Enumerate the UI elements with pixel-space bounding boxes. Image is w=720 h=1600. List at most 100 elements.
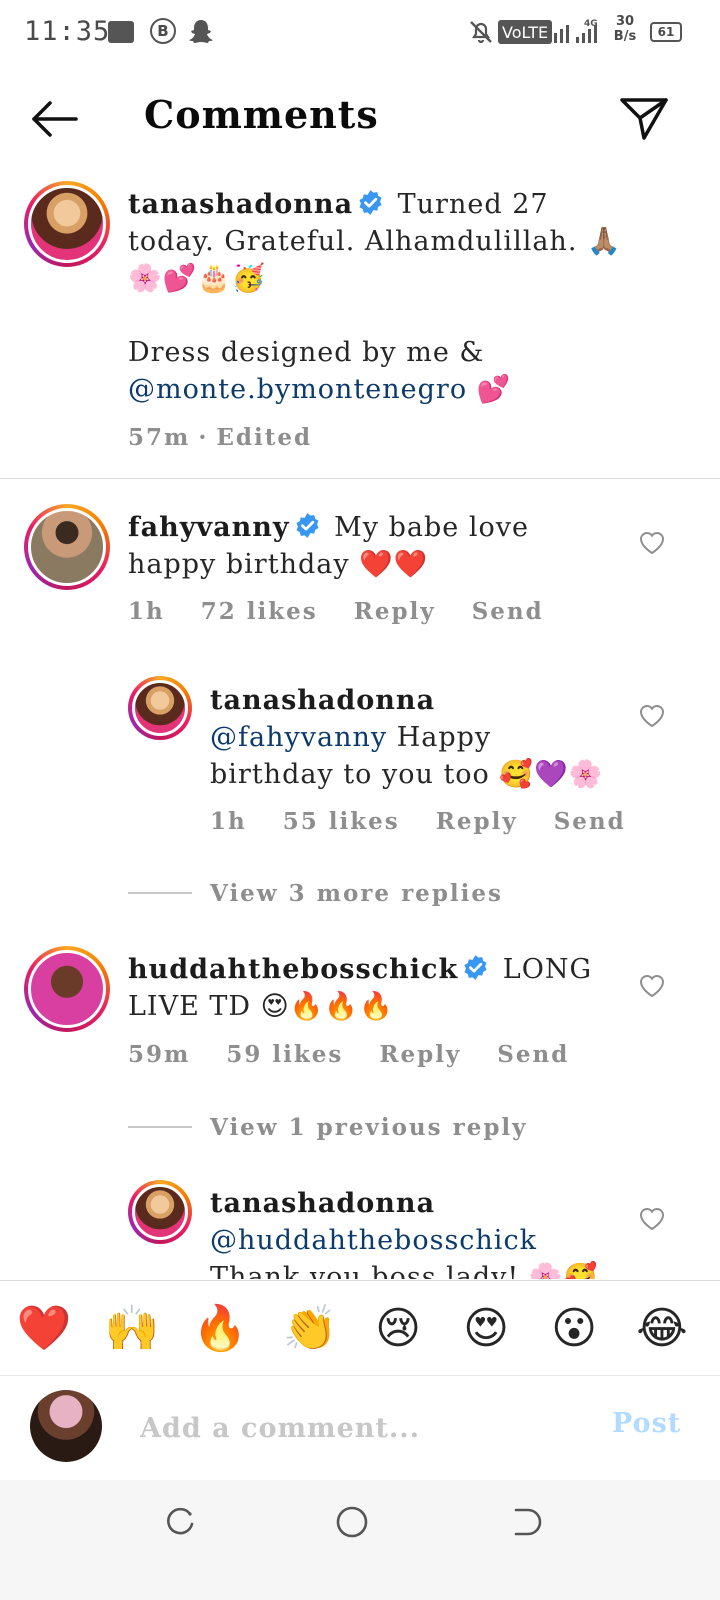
emoji-clap-button[interactable]: 👏 bbox=[280, 1299, 340, 1359]
heart-outline-icon bbox=[639, 1208, 665, 1231]
comment-username[interactable]: huddahthebosschick bbox=[128, 954, 458, 985]
caption-meta: 57m · Edited bbox=[128, 424, 348, 451]
comment-time: 59m bbox=[128, 1041, 191, 1068]
home-circle-icon bbox=[336, 1506, 368, 1538]
caption-avatar[interactable] bbox=[24, 181, 110, 267]
caption-divider bbox=[0, 478, 720, 479]
post-button[interactable]: Post bbox=[612, 1408, 681, 1439]
back-nav-button[interactable] bbox=[504, 1502, 544, 1542]
comment-meta: 1h 72 likes Reply Send bbox=[128, 598, 580, 625]
caption-text: tanashadonna Turned 27 today. Grateful. … bbox=[128, 186, 628, 408]
like-button[interactable] bbox=[638, 973, 666, 999]
reply-emoji: 🌸🥰 bbox=[528, 1262, 599, 1279]
heart-outline-icon bbox=[639, 705, 665, 728]
reply-text: tanashadonna @huddahthebosschick Thank y… bbox=[210, 1185, 620, 1279]
emoji-raised-hands-button[interactable]: 🙌 bbox=[102, 1299, 162, 1359]
emoji-heart-button[interactable]: ❤️ bbox=[14, 1299, 74, 1359]
emoji-crying-button[interactable]: 😢 bbox=[368, 1299, 428, 1359]
thread-line bbox=[128, 892, 192, 894]
comment-text: huddahthebosschick LONG LIVE TD 😍🔥🔥🔥 bbox=[128, 951, 618, 1025]
caption-username[interactable]: tanashadonna bbox=[128, 189, 353, 220]
status-bar: 11:35 B VoLTE 4G 30 B/s 61 bbox=[0, 0, 720, 64]
reply-username[interactable]: tanashadonna bbox=[210, 1188, 435, 1219]
comment-composer: Post bbox=[0, 1376, 720, 1480]
paper-plane-icon bbox=[620, 98, 668, 140]
view-more-replies[interactable]: View 3 more replies bbox=[128, 878, 503, 908]
comment-avatar[interactable] bbox=[24, 504, 110, 590]
comment-likes[interactable]: 72 likes bbox=[201, 598, 318, 625]
send-button[interactable]: Send bbox=[497, 1041, 569, 1068]
comment-avatar[interactable] bbox=[24, 946, 110, 1032]
comment-time: 1h bbox=[128, 598, 165, 625]
share-button[interactable] bbox=[618, 94, 670, 142]
network-speed: 30 B/s bbox=[610, 14, 640, 48]
view-more-replies-label[interactable]: View 3 more replies bbox=[210, 880, 503, 907]
reply-avatar[interactable] bbox=[128, 1180, 192, 1244]
reply-avatar[interactable] bbox=[128, 676, 192, 740]
like-button[interactable] bbox=[638, 530, 666, 556]
b-notification-icon: B bbox=[150, 18, 176, 44]
comment-username[interactable]: fahyvanny bbox=[128, 512, 290, 543]
reply-button[interactable]: Reply bbox=[354, 598, 436, 625]
reply-emoji: 🥰💜🌸 bbox=[499, 759, 604, 790]
home-button[interactable] bbox=[332, 1502, 372, 1542]
mute-icon bbox=[468, 18, 494, 46]
reply-mention[interactable]: @fahyvanny bbox=[210, 722, 387, 753]
volte-badge: VoLTE bbox=[498, 20, 553, 44]
reply-mention[interactable]: @huddahthebosschick bbox=[210, 1225, 537, 1256]
like-button[interactable] bbox=[638, 703, 666, 729]
comment-likes[interactable]: 59 likes bbox=[226, 1041, 343, 1068]
send-button[interactable]: Send bbox=[472, 598, 544, 625]
view-previous-reply-label[interactable]: View 1 previous reply bbox=[210, 1114, 528, 1141]
reply-likes[interactable]: 55 likes bbox=[283, 808, 400, 835]
emoji-fire-button[interactable]: 🔥 bbox=[190, 1299, 250, 1359]
comment-input[interactable] bbox=[140, 1406, 580, 1450]
send-button[interactable]: Send bbox=[554, 808, 626, 835]
like-button[interactable] bbox=[638, 1206, 666, 1232]
network-gen-label: 4G bbox=[584, 19, 598, 29]
verified-badge-icon bbox=[296, 513, 319, 538]
caption-time: 57m bbox=[128, 424, 191, 451]
recent-apps-icon bbox=[167, 1507, 194, 1535]
reply-time: 1h bbox=[210, 808, 247, 835]
page-title: Comments bbox=[144, 92, 379, 137]
recent-apps-button[interactable] bbox=[160, 1502, 200, 1542]
gallery-notification-icon bbox=[108, 21, 134, 43]
comments-header: Comments bbox=[0, 64, 720, 174]
emoji-laughing-button[interactable]: 😂 bbox=[632, 1299, 692, 1359]
emoji-quick-bar: ❤️ 🙌 🔥 👏 😢 😍 😮 😂 bbox=[0, 1280, 720, 1376]
caption-emoji-2: 🌸💕🎂🥳 bbox=[128, 263, 267, 294]
emoji-surprised-button[interactable]: 😮 bbox=[544, 1299, 604, 1359]
battery-icon: 61 bbox=[650, 22, 682, 42]
reply-button[interactable]: Reply bbox=[379, 1041, 461, 1068]
thread-line bbox=[128, 1126, 192, 1128]
reply-meta: 1h 55 likes Reply Send bbox=[210, 808, 662, 835]
heart-outline-icon bbox=[639, 975, 665, 998]
comment-text: fahyvanny My babe love happy birthday ❤️… bbox=[128, 509, 618, 583]
back-arrow-icon bbox=[32, 101, 78, 137]
emoji-heart-eyes-button[interactable]: 😍 bbox=[456, 1299, 516, 1359]
reply-button[interactable]: Reply bbox=[436, 808, 518, 835]
back-button[interactable] bbox=[28, 98, 80, 140]
avatar-image bbox=[28, 508, 106, 586]
avatar-image bbox=[28, 950, 106, 1028]
reply-username[interactable]: tanashadonna bbox=[210, 685, 435, 716]
caption-mention[interactable]: @monte.bymontenegro bbox=[128, 374, 467, 405]
caption-line-2: Dress designed by me & bbox=[128, 337, 485, 368]
caption-edited: Edited bbox=[216, 424, 313, 451]
caption-emoji-1: 🙏🏽 bbox=[587, 226, 622, 257]
reply-body: Thank you boss lady! bbox=[210, 1262, 520, 1279]
network-speed-unit: B/s bbox=[613, 29, 637, 44]
status-time: 11:35 bbox=[24, 16, 111, 47]
comment-emoji: ❤️❤️ bbox=[359, 549, 429, 580]
comment-meta: 59m 59 likes Reply Send bbox=[128, 1041, 605, 1068]
verified-badge-icon bbox=[359, 190, 382, 215]
view-previous-reply[interactable]: View 1 previous reply bbox=[128, 1112, 528, 1142]
current-user-avatar bbox=[30, 1390, 102, 1462]
snapchat-notification-icon bbox=[188, 18, 214, 44]
reply-text: tanashadonna @fahyvanny Happy birthday t… bbox=[210, 682, 620, 793]
system-nav-bar bbox=[0, 1480, 720, 1600]
avatar-image bbox=[28, 185, 106, 263]
network-speed-value: 30 bbox=[615, 14, 635, 29]
avatar-image bbox=[132, 680, 188, 736]
